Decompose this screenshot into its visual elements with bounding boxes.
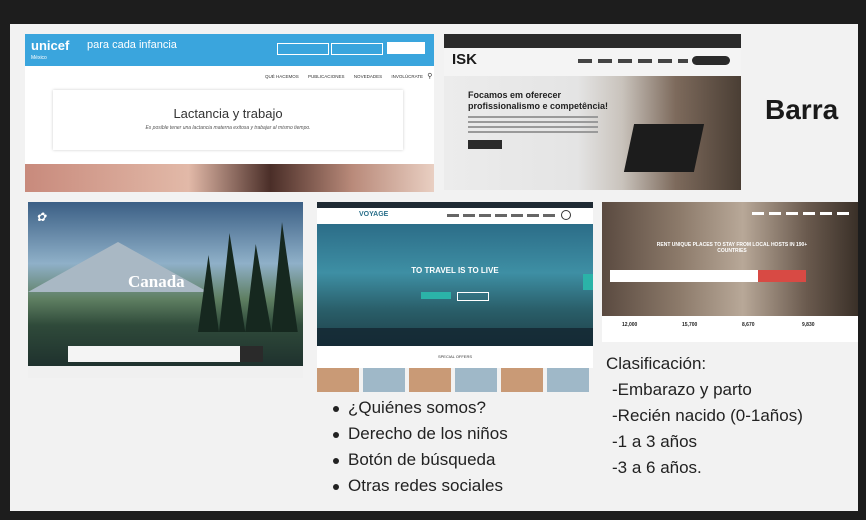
isk-screenshot: ISK Focamos em oferecer profissionalismo… <box>444 34 741 190</box>
explore-dropdown[interactable] <box>277 43 329 55</box>
voyage-topbar <box>317 202 593 208</box>
stat-value: 12,000 <box>622 322 638 328</box>
voyage-screenshot: VOYAGE TO TRAVEL IS TO LIVE SPECIAL OFFE… <box>317 202 593 392</box>
search-icon[interactable]: ⚲ <box>427 73 432 80</box>
slide-heading: Barra <box>765 94 839 125</box>
isk-nav <box>578 59 688 63</box>
classification: Clasificación: -Embarazo y parto -Recién… <box>606 354 803 484</box>
unicef-article-title: Lactancia y trabajo <box>173 106 283 121</box>
stat-value: 15,700 <box>682 322 698 328</box>
carousel-next-button[interactable] <box>583 274 593 290</box>
voyage-booking-bar[interactable] <box>317 328 593 346</box>
unicef-article-subtitle: Es posible tener una lactancia materna e… <box>145 125 311 131</box>
stat-value: 8,670 <box>742 322 755 328</box>
isk-topbar <box>444 34 741 48</box>
rent-search-form[interactable] <box>610 270 758 282</box>
list-item: Derecho de los niños <box>330 424 508 450</box>
canada-bottom-strip <box>28 366 303 378</box>
voyage-logo[interactable]: VOYAGE <box>359 211 388 218</box>
slide: unicef para cada infancia México QUÉ HAC… <box>10 24 858 511</box>
rent-screenshot: RENT UNIQUE PLACES TO STAY FROM LOCAL HO… <box>602 202 858 342</box>
canada-screenshot: ✿ Canada <box>28 202 303 378</box>
tree-silhouettes <box>198 222 298 332</box>
isk-logo[interactable]: ISK <box>452 51 477 68</box>
voyage-section-title: SPECIAL OFFERS <box>437 354 473 359</box>
laptop-image <box>623 124 705 172</box>
unicef-screenshot: unicef para cada infancia México QUÉ HAC… <box>25 34 434 192</box>
rent-nav <box>752 212 852 215</box>
voyage-offer-strip <box>317 368 593 392</box>
nav-item[interactable]: INVOLÚCRATE <box>391 74 423 79</box>
isk-hero: Focamos em oferecer profissionalismo e c… <box>444 76 741 190</box>
isk-headline-2: profissionalismo e competência! <box>468 101 609 111</box>
list-item: -Recién nacido (0-1años) <box>612 406 803 425</box>
press-center-button[interactable] <box>331 43 383 55</box>
voyage-headline: TO TRAVEL IS TO LIVE <box>411 266 499 275</box>
nav-item[interactable]: PUBLICACIONES <box>308 74 345 79</box>
canada-title: Canada <box>128 272 185 291</box>
voyage-hero: TO TRAVEL IS TO LIVE <box>317 224 593 346</box>
rent-search-button[interactable] <box>758 270 806 282</box>
canada-logo-icon[interactable]: ✿ <box>36 210 46 224</box>
unicef-header: unicef para cada infancia México <box>25 34 434 66</box>
list-item: Otras redes sociales <box>330 476 508 502</box>
unicef-title-card: Lactancia y trabajo Es posible tener una… <box>53 90 403 150</box>
isk-read-more-button[interactable] <box>468 140 502 149</box>
nav-item[interactable]: NOVEDADES <box>354 74 382 79</box>
voyage-hero-button[interactable] <box>421 292 451 299</box>
list-item: ¿Quiénes somos? <box>330 398 508 424</box>
voyage-nav <box>447 214 555 217</box>
unicef-nav: QUÉ HACEMOS PUBLICACIONES NOVEDADES INVO… <box>265 73 434 80</box>
stat-value: 9,830 <box>802 322 815 328</box>
voyage-search-icon[interactable] <box>561 210 571 220</box>
rent-stats-bar: 12,000 15,700 8,670 9,830 <box>602 316 858 342</box>
rent-headline: RENT UNIQUE PLACES TO STAY FROM LOCAL HO… <box>656 242 808 254</box>
unicef-logo[interactable]: unicef <box>31 38 69 53</box>
unicef-hero-photo <box>25 164 434 192</box>
isk-body-text <box>468 116 598 134</box>
donate-button[interactable] <box>387 42 425 54</box>
list-item: -Embarazo y parto <box>612 380 752 399</box>
unicef-tagline: para cada infancia <box>87 39 177 51</box>
voyage-hero-button[interactable] <box>457 292 489 301</box>
feature-list: ¿Quiénes somos? Derecho de los niños Bot… <box>330 398 508 502</box>
list-item: Botón de búsqueda <box>330 450 508 476</box>
canada-search-button[interactable] <box>240 346 263 362</box>
isk-headline-1: Focamos em oferecer <box>468 90 562 100</box>
list-item: -1 a 3 años <box>612 432 698 451</box>
nav-item[interactable]: QUÉ HACEMOS <box>265 74 299 79</box>
isk-cta-button[interactable] <box>692 56 730 65</box>
unicef-country: México <box>31 55 47 61</box>
classification-title: Clasificación: <box>606 354 707 373</box>
canada-search-bar[interactable] <box>68 346 263 362</box>
list-item: -3 a 6 años. <box>612 458 702 477</box>
